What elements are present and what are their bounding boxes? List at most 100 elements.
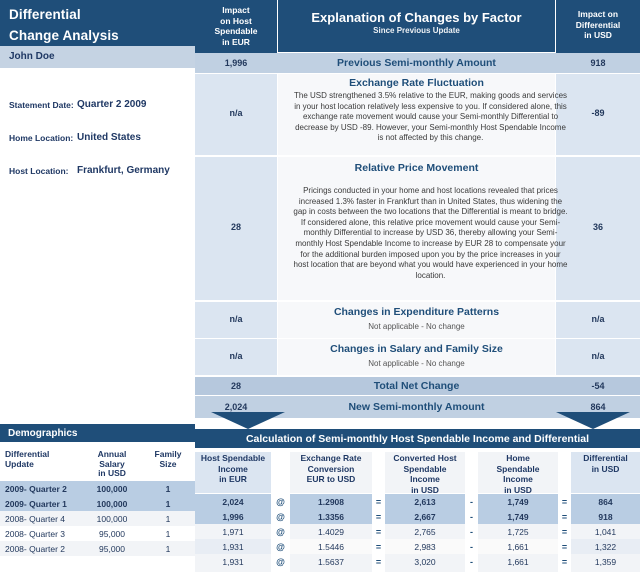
row0-impact-differential: 918 (590, 58, 606, 68)
row5-impact-host: 28 (230, 381, 241, 391)
hdr-diff-l3: in USD (584, 30, 612, 40)
calc-c0-l4: in EUR (219, 474, 247, 484)
calculation-table: Host Spendable Income in EUR Exchange Ra… (195, 452, 640, 572)
calc-c1-l3: Conversion (307, 463, 355, 474)
row1-title: Exchange Rate Fluctuation (349, 77, 484, 89)
table-row: 28 Relative Price Movement Pricings cond… (195, 157, 640, 300)
calc-c2-l3: Income (410, 474, 440, 484)
row5-title: Total Net Change (373, 380, 460, 392)
demo-r3-salary: 95,000 (99, 529, 125, 539)
row4-impact-differential: n/a (591, 351, 605, 361)
calc-r4-differential: 1,359 (571, 554, 640, 572)
table-row[interactable]: 2008- Quarter 3 95,000 1 (0, 526, 195, 541)
table-row[interactable]: 2,024 @ 1.2908 = 2,613 - 1,749 = 864 (195, 494, 640, 512)
row2-body: Pricings conducted in your home and host… (293, 186, 568, 280)
table-row[interactable]: 1,931 @ 1.5637 = 3,020 - 1,661 = 1,359 (195, 554, 640, 572)
report-title: Differential Change Analysis (0, 0, 195, 46)
demo-r4-update: 2008- Quarter 2 (5, 544, 66, 554)
hdr-host-l1: Impact (222, 5, 250, 15)
calc-r0-op1: @ (276, 497, 285, 507)
report-title-line2: Change Analysis (9, 28, 119, 43)
row3-impact-differential: n/a (591, 314, 605, 324)
hdr-host-l4: in EUR (222, 36, 250, 47)
row0-impact-host: 1,996 (224, 58, 248, 68)
hdr-host-l2: on Host (220, 15, 252, 26)
calc-r2-op4: = (561, 527, 568, 537)
calc-col-home-spendable-usd: Home Spendable Income in USD (478, 453, 558, 495)
calc-c3-l1: Home (506, 453, 530, 463)
calc-r3-op4: = (561, 542, 568, 552)
calc-c0-l3: Income (218, 463, 248, 474)
report-title-line1: Differential (9, 7, 81, 22)
table-row-total: 28 Total Net Change -54 (195, 377, 640, 395)
calc-r4-converted-usd: 3,020 (385, 554, 465, 572)
calc-r4-home-usd: 1,661 (478, 554, 558, 572)
demo-r0-family: 1 (165, 484, 171, 494)
demo-r3-family: 1 (165, 529, 171, 539)
statement-date-value: Quarter 2 2009 (77, 99, 147, 110)
row0-title: Previous Semi-monthly Amount (337, 57, 496, 69)
row2-title: Relative Price Movement (354, 162, 479, 174)
calculation-title: Calculation of Semi-monthly Host Spendab… (195, 429, 640, 448)
host-location-value: Frankfurt, Germany (77, 165, 170, 176)
info-row-statement-date: Statement Date: Quarter 2 2009 (9, 99, 199, 116)
table-row[interactable]: 2009- Quarter 1 100,000 1 (0, 496, 195, 511)
table-row[interactable]: 2008- Quarter 2 95,000 1 (0, 541, 195, 556)
table-row[interactable]: 1,931 @ 1.5446 = 2,983 - 1,661 = 1,322 (195, 539, 640, 557)
calc-r3-op1: @ (276, 542, 285, 552)
calc-r2-op3: - (470, 527, 473, 537)
calc-r4-op1: @ (276, 557, 285, 567)
explanation-header-impact-host: Impact on Host Spendable in EUR (195, 0, 277, 57)
demo-r0-salary: 100,000 (96, 484, 128, 494)
calc-r3-op3: - (470, 542, 473, 552)
calc-col-host-spendable-eur: Host Spendable Income in EUR (195, 453, 271, 485)
table-row[interactable]: 1,971 @ 1.4029 = 2,765 - 1,725 = 1,041 (195, 524, 640, 542)
info-row-host-location: Host Location: Frankfurt, Germany (9, 165, 199, 182)
calc-r4-op2: = (375, 557, 382, 567)
row1-impact-differential: -89 (591, 108, 605, 118)
demo-r2-family: 1 (165, 514, 171, 524)
flow-arrow-left-icon (211, 412, 285, 429)
table-row: n/a Changes in Expenditure Patterns Not … (195, 302, 640, 338)
calc-c1-l2: Exchange Rate (300, 453, 362, 463)
calc-r1-op4: = (561, 512, 568, 522)
calc-col-differential-usd: Differential in USD (571, 453, 640, 474)
table-row: 1,996 Previous Semi-monthly Amount 918 (195, 53, 640, 73)
calc-r4-op4: = (561, 557, 568, 567)
table-row: n/a Changes in Salary and Family Size No… (195, 339, 640, 375)
host-location-label: Host Location: (9, 166, 69, 176)
row3-title: Changes in Expenditure Patterns (333, 306, 500, 318)
calc-c4-l3: Differential (583, 453, 628, 463)
row2-impact-host: 28 (230, 222, 241, 232)
hdr-diff-l2: Differential (575, 19, 621, 30)
row4-title: Changes in Salary and Family Size (330, 343, 503, 355)
row4-impact-host: n/a (229, 351, 243, 361)
statement-date-label: Statement Date: (9, 100, 74, 110)
demo-hdr-c1-l3: Update (5, 458, 34, 469)
calc-c2-l2: Spendable (403, 463, 447, 474)
calc-r2-op2: = (375, 527, 382, 537)
table-row[interactable]: 1,996 @ 1.3356 = 2,667 - 1,749 = 918 (195, 509, 640, 527)
demo-r3-update: 2008- Quarter 3 (5, 529, 66, 539)
table-row[interactable]: 2009- Quarter 2 100,000 1 (0, 481, 195, 496)
calc-r4-op3: - (470, 557, 473, 567)
calc-c3-l2: Spendable (496, 463, 540, 474)
info-row-home-location: Home Location: United States (9, 132, 199, 149)
table-row[interactable]: 2008- Quarter 4 100,000 1 (0, 511, 195, 526)
demo-hdr-c3-l3: Size (159, 458, 177, 469)
calc-c4-l4: in USD (591, 463, 620, 474)
calc-r1-op2: = (375, 512, 382, 522)
calc-c3-l3: Income (503, 474, 533, 484)
explanation-header-center: Explanation of Changes by Factor Since P… (278, 0, 555, 52)
employee-name: John Doe (0, 46, 195, 68)
calc-r2-op1: @ (276, 527, 285, 537)
differential-change-analysis-report: Differential Change Analysis John Doe St… (0, 0, 640, 572)
row5-impact-differential: -54 (591, 381, 605, 391)
demo-r0-update: 2009- Quarter 2 (5, 484, 67, 494)
hdr-diff-l1: Impact on (577, 9, 619, 19)
row1-impact-host: n/a (229, 108, 243, 118)
demographics-title: Demographics (0, 424, 195, 442)
row6-impact-host: 2,024 (224, 402, 248, 412)
table-row: n/a Exchange Rate Fluctuation The USD st… (195, 74, 640, 155)
calc-r0-op4: = (561, 497, 568, 507)
